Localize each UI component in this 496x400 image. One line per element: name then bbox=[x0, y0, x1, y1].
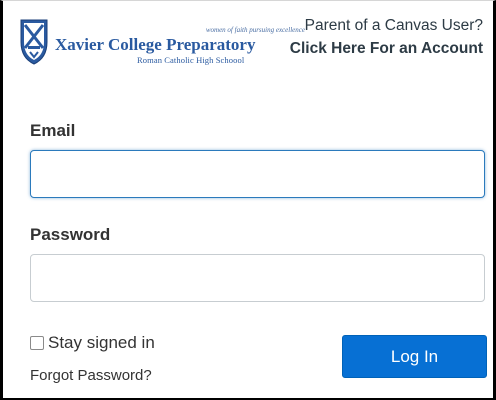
parent-account-link[interactable]: Click Here For an Account bbox=[290, 40, 483, 58]
school-tagline: women of faith pursuing excellence bbox=[205, 26, 305, 34]
forgot-password-link[interactable]: Forgot Password? bbox=[30, 367, 152, 384]
stay-signed-in: Stay signed in bbox=[30, 333, 155, 353]
login-panel: women of faith pursuing excellence Xavie… bbox=[0, 0, 496, 400]
login-header: women of faith pursuing excellence Xavie… bbox=[17, 9, 487, 79]
school-name: Xavier College Preparatory bbox=[55, 35, 256, 54]
stay-signed-in-label[interactable]: Stay signed in bbox=[48, 333, 155, 353]
log-in-button[interactable]: Log In bbox=[342, 335, 487, 378]
parent-question: Parent of a Canvas User? bbox=[304, 17, 483, 34]
password-field[interactable] bbox=[30, 254, 485, 302]
password-label: Password bbox=[30, 225, 111, 244]
email-label: Email bbox=[30, 121, 76, 140]
email-field[interactable] bbox=[30, 150, 485, 198]
school-crest-icon bbox=[20, 19, 48, 65]
stay-signed-in-checkbox[interactable] bbox=[30, 336, 44, 350]
school-subtitle: Roman Catholic High Schoool bbox=[137, 55, 245, 65]
